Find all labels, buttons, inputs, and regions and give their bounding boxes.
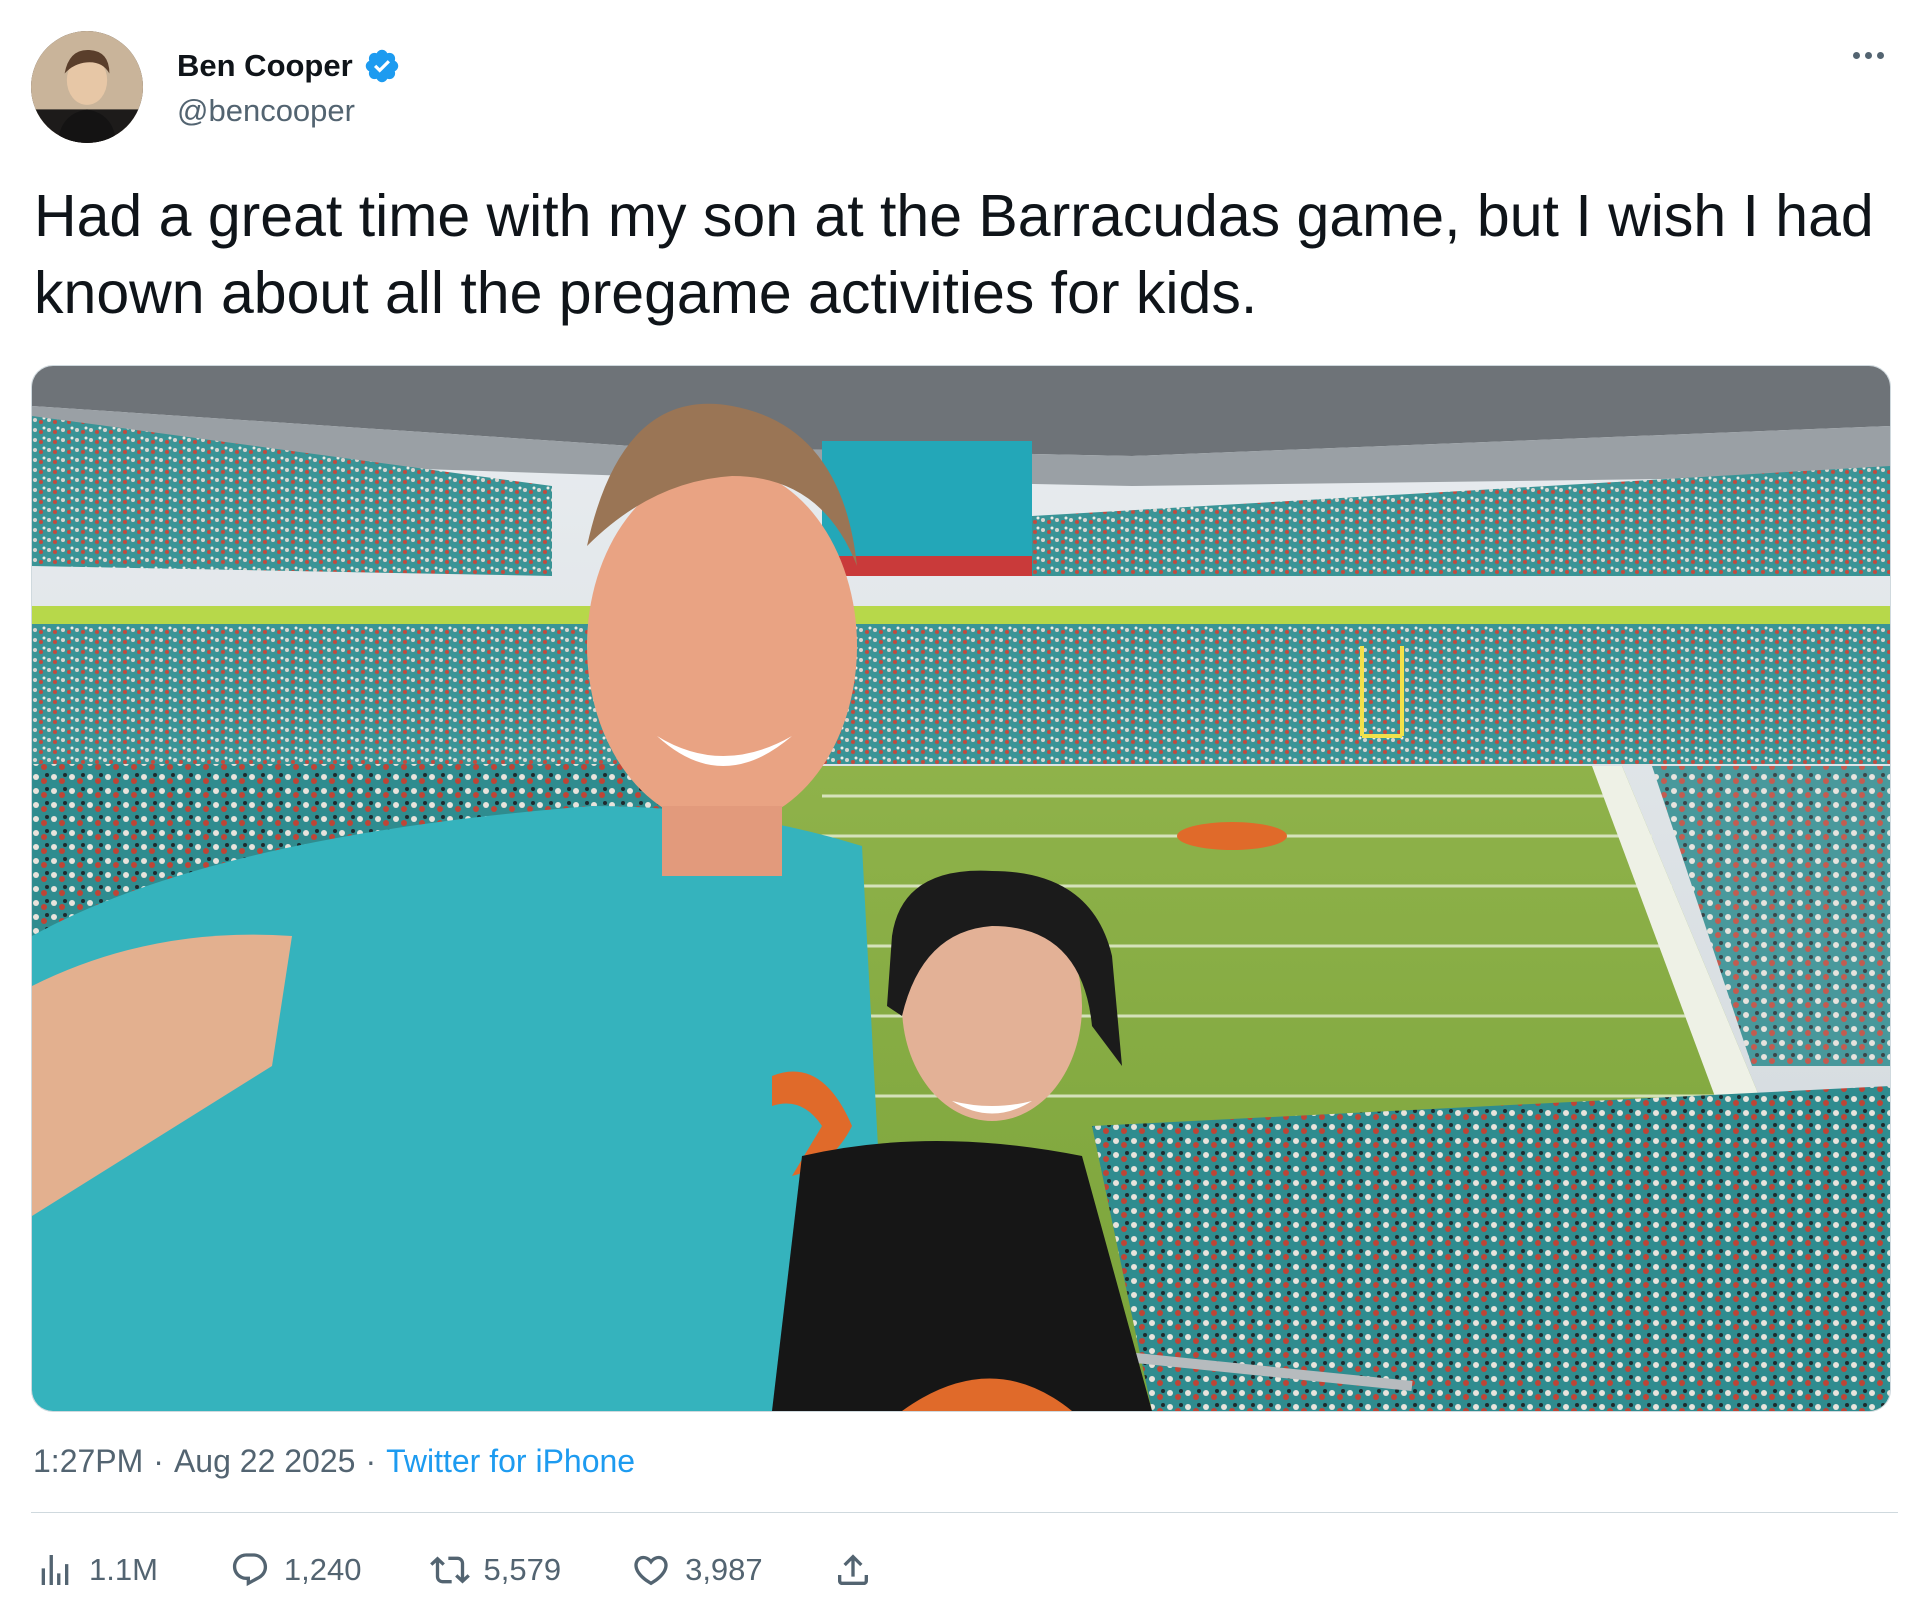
retweet-count: 5,579: [483, 1552, 562, 1587]
tweet-text: Had a great time with my son at the Barr…: [34, 183, 1874, 326]
tweet-date[interactable]: Aug 22 2025: [174, 1443, 356, 1480]
more-icon[interactable]: [1846, 40, 1890, 70]
tweet-photo[interactable]: [31, 365, 1891, 1412]
views-icon: [41, 1555, 69, 1585]
verified-badge-icon: [363, 47, 401, 85]
user-avatar[interactable]: [31, 31, 143, 143]
views-count: 1.1M: [89, 1552, 158, 1587]
tweet-source-link[interactable]: Twitter for iPhone: [386, 1443, 635, 1480]
tweet-card: Ben Cooper @bencooper Had a great time w…: [0, 0, 1920, 1620]
share-icon: [837, 1554, 868, 1585]
retweet-icon: [429, 1556, 470, 1584]
like-count: 3,987: [685, 1552, 763, 1587]
reply-icon: [232, 1553, 268, 1587]
reply-count: 1,240: [283, 1552, 362, 1587]
like-button[interactable]: 3,987: [631, 1550, 763, 1590]
action-bar: 1.1M 1,240 5,579 3,987: [35, 1545, 873, 1595]
stadium-selfie-image: [32, 366, 1890, 1411]
tweet-meta: 1:27PM · Aug 22 2025 · Twitter for iPhon…: [33, 1443, 635, 1480]
reply-button[interactable]: 1,240: [230, 1550, 362, 1590]
views-button[interactable]: 1.1M: [35, 1550, 158, 1590]
heart-icon: [634, 1555, 668, 1586]
meta-separator: ·: [365, 1443, 377, 1479]
retweet-button[interactable]: 5,579: [429, 1550, 562, 1590]
author-block: Ben Cooper @bencooper: [177, 44, 401, 129]
tweet-time[interactable]: 1:27PM: [33, 1443, 143, 1480]
meta-separator: ·: [153, 1443, 164, 1479]
avatar-image: [31, 31, 143, 143]
share-button[interactable]: [833, 1550, 873, 1590]
divider: [31, 1512, 1898, 1513]
author-handle[interactable]: @bencooper: [177, 93, 401, 129]
author-display-name[interactable]: Ben Cooper: [177, 48, 353, 84]
